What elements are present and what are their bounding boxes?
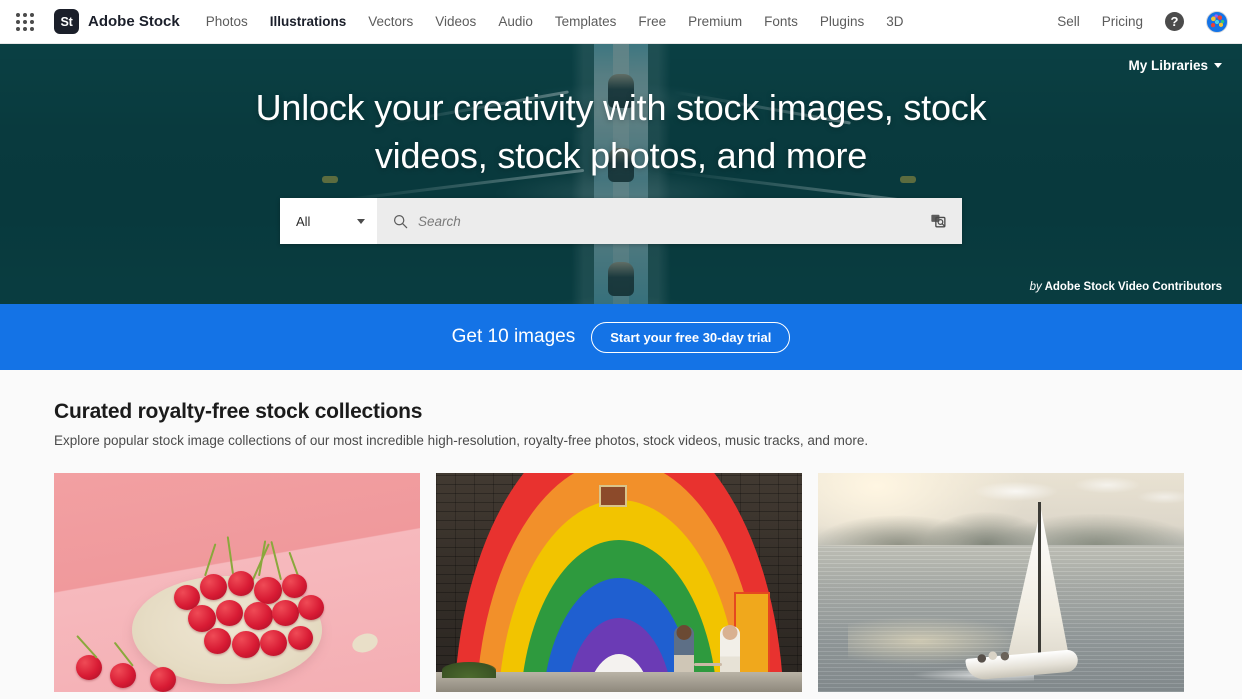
cherry	[272, 600, 299, 626]
cherry	[288, 626, 313, 650]
cherry	[282, 574, 307, 598]
promo-text: Get 10 images	[451, 326, 576, 347]
cherry-stem	[270, 540, 282, 581]
search-input[interactable]	[418, 213, 920, 229]
stock-logo-mark: St	[54, 9, 79, 34]
cherry	[254, 577, 282, 604]
search-icon	[393, 214, 408, 229]
my-libraries-label: My Libraries	[1128, 58, 1208, 73]
shrub	[442, 662, 496, 678]
my-libraries-button[interactable]: My Libraries	[1128, 58, 1222, 73]
start-free-trial-button[interactable]: Start your free 30-day trial	[591, 321, 791, 353]
hero-content: My Libraries Unlock your creativity with…	[0, 44, 1242, 304]
person-head	[676, 625, 692, 640]
nav-link-videos[interactable]: Videos	[435, 14, 476, 29]
nav-link-audio[interactable]: Audio	[498, 14, 533, 29]
cherry	[228, 571, 254, 596]
app-grid-icon[interactable]	[14, 11, 36, 33]
nav-link-fonts[interactable]: Fonts	[764, 14, 798, 29]
cherry	[110, 663, 136, 688]
secondary-nav-links: Sell Pricing ?	[1057, 10, 1228, 33]
curated-collections-section: Curated royalty-free stock collections E…	[0, 370, 1242, 699]
hero-attribution: by Adobe Stock Video Contributors	[1030, 281, 1222, 293]
held-hands	[694, 663, 722, 666]
nav-link-vectors[interactable]: Vectors	[368, 14, 413, 29]
nav-link-templates[interactable]: Templates	[555, 14, 617, 29]
wall-vent	[599, 485, 627, 507]
cherry-stem	[204, 543, 217, 577]
primary-nav-links: Photos Illustrations Vectors Videos Audi…	[206, 14, 904, 29]
bag-knot	[349, 630, 381, 656]
collection-card-cherries[interactable]	[54, 473, 420, 692]
cherry	[298, 595, 324, 620]
nav-link-3d[interactable]: 3D	[886, 14, 903, 29]
section-subtitle: Explore popular stock image collections …	[54, 433, 869, 448]
nav-link-free[interactable]: Free	[638, 14, 666, 29]
nav-link-premium[interactable]: Premium	[688, 14, 742, 29]
collection-card-sailboat[interactable]	[818, 473, 1184, 692]
cherry	[200, 574, 227, 600]
adobe-stock-logo[interactable]: St Adobe Stock	[54, 9, 180, 34]
mast	[1038, 502, 1041, 664]
chevron-down-icon	[1214, 63, 1222, 68]
cherry	[232, 631, 260, 658]
cherry	[244, 602, 273, 630]
hero-headline: Unlock your creativity with stock images…	[255, 87, 987, 177]
person-head	[722, 625, 738, 640]
brand-name-label: Adobe Stock	[88, 13, 180, 30]
visual-search-camera-icon[interactable]	[930, 212, 948, 230]
promo-banner: Get 10 images Start your free 30-day tri…	[0, 304, 1242, 370]
nav-link-plugins[interactable]: Plugins	[820, 14, 864, 29]
collection-card-list	[54, 473, 1188, 692]
cherry	[216, 600, 243, 626]
cherry	[204, 628, 231, 654]
cherry-stem	[226, 536, 234, 575]
search-type-label: All	[296, 213, 311, 229]
mountain-range	[818, 497, 1184, 545]
nav-link-illustrations[interactable]: Illustrations	[270, 14, 347, 29]
hero-banner: My Libraries Unlock your creativity with…	[0, 44, 1242, 304]
nav-link-sell[interactable]: Sell	[1057, 14, 1080, 29]
cherry	[150, 667, 176, 692]
user-avatar-icon[interactable]	[1206, 10, 1228, 33]
cherry	[260, 630, 287, 656]
top-navigation-bar: St Adobe Stock Photos Illustrations Vect…	[0, 0, 1242, 44]
chevron-down-icon	[357, 218, 365, 224]
help-question-icon[interactable]: ?	[1165, 12, 1184, 31]
nav-link-pricing[interactable]: Pricing	[1102, 14, 1143, 29]
nav-link-photos[interactable]: Photos	[206, 14, 248, 29]
section-title: Curated royalty-free stock collections	[54, 400, 423, 423]
search-bar: All	[280, 198, 962, 245]
attribution-name: Adobe Stock Video Contributors	[1044, 281, 1222, 293]
search-field	[377, 198, 962, 245]
cherry	[76, 655, 102, 680]
collection-card-rainbow-mural[interactable]	[436, 473, 802, 692]
search-type-dropdown[interactable]: All	[280, 198, 377, 245]
attribution-prefix: by	[1029, 281, 1042, 293]
